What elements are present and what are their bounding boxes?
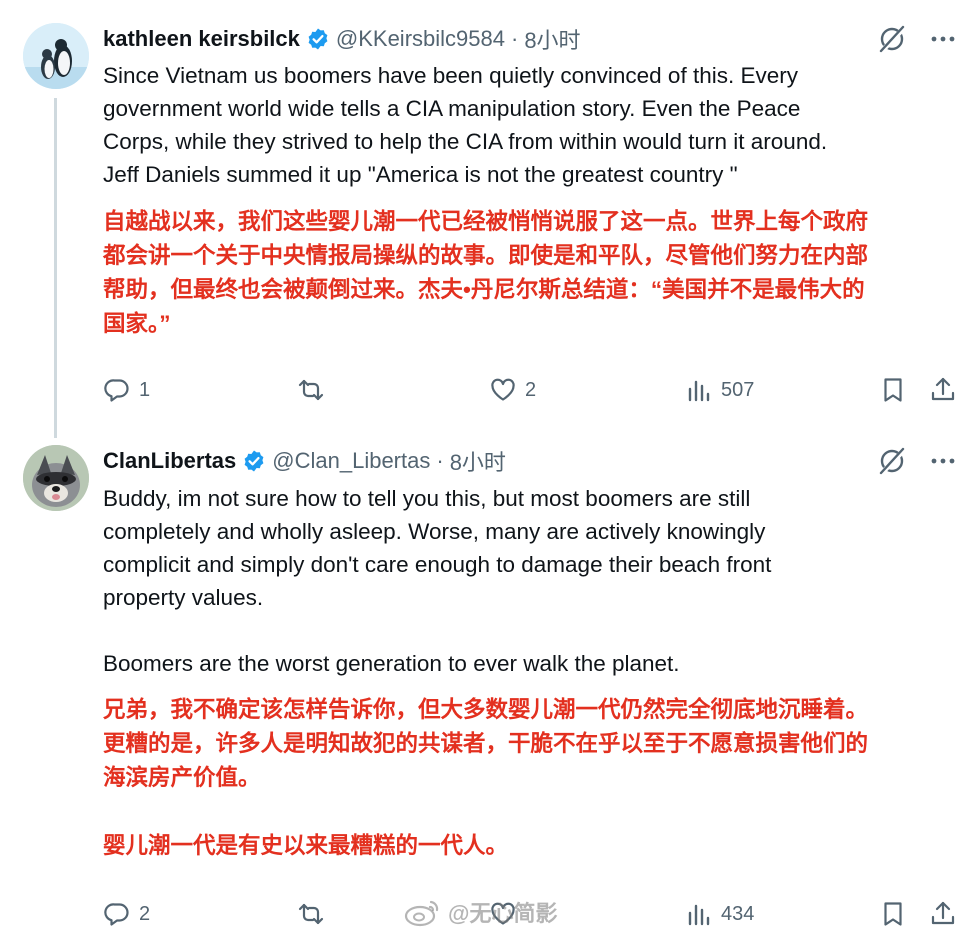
post-text-line: Corps, while they strived to help the CI…: [103, 129, 828, 154]
bookmark-icon: [884, 902, 902, 926]
post-text-line: Buddy, im not sure how to tell you this,…: [103, 486, 751, 511]
grok-icon[interactable]: [877, 446, 907, 476]
author-name[interactable]: ClanLibertas: [103, 448, 236, 474]
avatar[interactable]: [23, 445, 89, 511]
post-text: Buddy, im not sure how to tell you this,…: [103, 482, 953, 680]
reply-icon: [104, 903, 129, 926]
grok-icon[interactable]: [877, 24, 907, 54]
post-header: kathleen keirsbilck @KKeirsbilc9584 · 8小…: [103, 22, 581, 56]
translation-text: 兄弟，我不确定该怎样告诉你，但大多数婴儿潮一代仍然完全彻底地沉睡着。 更糟的是，…: [103, 693, 953, 863]
author-handle[interactable]: @Clan_Libertas: [272, 448, 430, 474]
post-text-line: Since Vietnam us boomers have been quiet…: [103, 63, 798, 88]
reply-icon: [104, 379, 129, 402]
action-bar: 1 2 507: [103, 372, 963, 408]
post-text-line: Jeff Daniels summed it up "America is no…: [103, 162, 738, 187]
translation-line: 婴儿潮一代是有史以来最糟糕的一代人。: [103, 833, 509, 858]
like-icon: [491, 378, 515, 401]
share-button[interactable]: [929, 372, 957, 408]
bookmark-button[interactable]: [879, 896, 907, 932]
share-icon: [931, 377, 955, 401]
translation-line: 兄弟，我不确定该怎样告诉你，但大多数婴儿潮一代仍然完全彻底地沉睡着。: [103, 697, 869, 722]
views-count: 434: [721, 902, 755, 925]
post-text-line: completely and wholly asleep. Worse, man…: [103, 519, 766, 544]
translation-text: 自越战以来，我们这些婴儿潮一代已经被悄悄说服了这一点。世界上每个政府 都会讲一个…: [103, 205, 953, 341]
repost-button[interactable]: [297, 896, 333, 932]
post-text-line: Boomers are the worst generation to ever…: [103, 651, 680, 676]
translation-line: 都会讲一个关于中央情报局操纵的故事。即使是和平队，尽管他们努力在内部: [103, 243, 869, 268]
post-text-line: complicit and simply don't care enough t…: [103, 552, 772, 577]
repost-icon: [298, 379, 324, 401]
separator-dot: ·: [436, 448, 444, 473]
translation-line: 帮助，但最终也会被颠倒过来。杰夫•丹尼尔斯总结道：“美国并不是最伟大的: [103, 277, 865, 302]
post-text-line: government world wide tells a CIA manipu…: [103, 96, 801, 121]
views-count: 507: [721, 378, 755, 401]
translation-line: 海滨房产价值。: [103, 765, 261, 790]
like-button[interactable]: 2: [489, 372, 536, 408]
separator-dot: ·: [510, 26, 519, 51]
tweet-post[interactable]: ClanLibertas @Clan_Libertas · 8小时 Buddy,…: [0, 430, 975, 937]
views-button[interactable]: 507: [685, 372, 754, 408]
translation-line: 更糟的是，许多人是明知故犯的共谋者，干脆不在乎以至于不愿意损害他们的: [103, 731, 869, 756]
views-icon: [688, 904, 710, 926]
reply-count: 2: [139, 902, 151, 925]
reply-button[interactable]: 1: [103, 372, 150, 408]
post-text: Since Vietnam us boomers have been quiet…: [103, 59, 953, 191]
post-time[interactable]: 8小时: [524, 23, 580, 55]
author-name[interactable]: kathleen keirsbilck: [103, 26, 300, 52]
like-count: 2: [525, 378, 537, 401]
post-text-line: property values.: [103, 585, 264, 610]
repost-icon: [298, 903, 324, 925]
translation-line: 国家。”: [103, 311, 171, 336]
bookmark-button[interactable]: [879, 372, 907, 408]
post-time[interactable]: 8小时: [450, 445, 506, 477]
avatar[interactable]: [23, 23, 89, 89]
views-icon: [688, 380, 710, 402]
tweet-post[interactable]: kathleen keirsbilck @KKeirsbilc9584 · 8小…: [0, 0, 975, 430]
more-icon[interactable]: [929, 447, 957, 475]
share-icon: [931, 901, 955, 925]
reply-count: 1: [139, 378, 151, 401]
views-button[interactable]: 434: [685, 896, 754, 932]
watermark-text: @无心简影: [448, 901, 558, 926]
weibo-icon: [404, 900, 439, 927]
verified-badge-icon: [244, 450, 264, 472]
reply-button[interactable]: 2: [103, 896, 150, 932]
verified-badge-icon: [308, 28, 328, 50]
repost-button[interactable]: [297, 372, 333, 408]
more-icon[interactable]: [929, 25, 957, 53]
post-header: ClanLibertas @Clan_Libertas · 8小时: [103, 444, 506, 478]
translation-line: 自越战以来，我们这些婴儿潮一代已经被悄悄说服了这一点。世界上每个政府: [103, 209, 869, 234]
share-button[interactable]: [929, 896, 957, 932]
author-handle[interactable]: @KKeirsbilc9584: [336, 26, 505, 52]
bookmark-icon: [884, 378, 902, 402]
watermark: @无心简影: [404, 896, 557, 928]
